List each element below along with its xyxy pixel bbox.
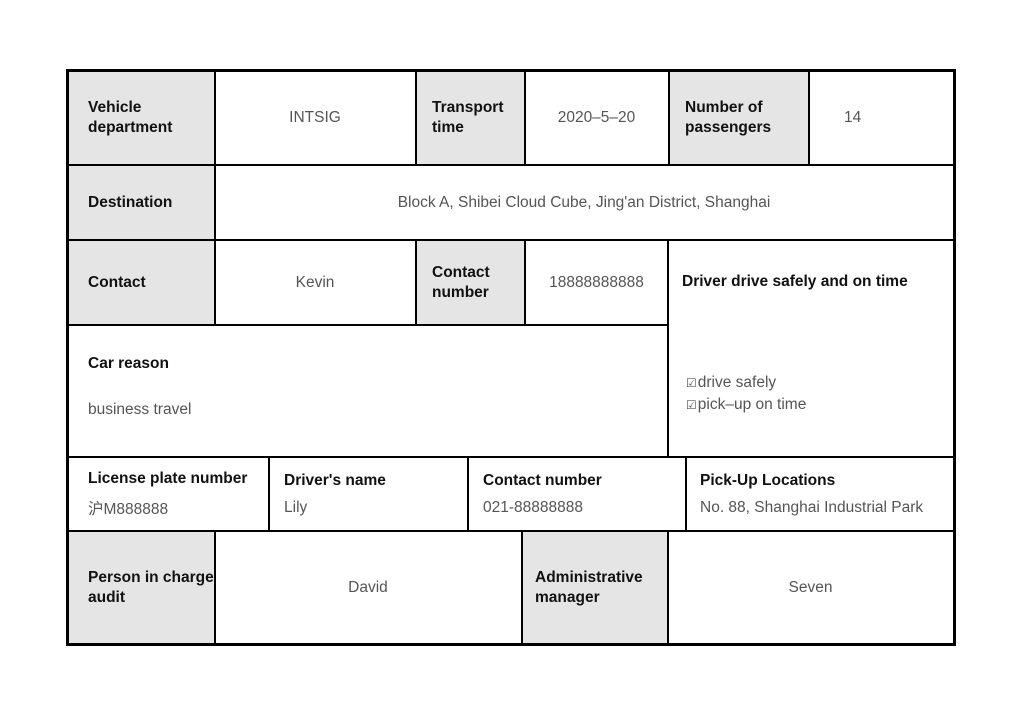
admin-manager-label: Administrative manager — [522, 532, 667, 643]
car-reason-section: Car reason business travel — [69, 325, 666, 456]
driver-requirements-list: ☑drive safely ☑pick–up on time — [686, 372, 806, 416]
driver-requirements-section: Driver drive safely and on time ☑drive s… — [668, 239, 953, 456]
admin-manager-value: Seven — [788, 578, 833, 596]
contact-value: Kevin — [295, 273, 335, 291]
column-divider — [524, 241, 526, 324]
transport-time-value: 2020–5–20 — [557, 109, 636, 126]
column-divider — [685, 458, 687, 530]
checkbox-checked-icon[interactable]: ☑ — [686, 398, 697, 412]
column-divider — [521, 532, 523, 643]
column-divider — [268, 458, 270, 530]
column-divider — [214, 241, 216, 324]
vehicle-request-form: Vehicle department INTSIG Transport time… — [66, 69, 956, 646]
column-divider — [467, 458, 469, 530]
checkbox-checked-icon[interactable]: ☑ — [686, 376, 697, 390]
column-divider — [668, 72, 670, 164]
column-divider — [667, 532, 669, 643]
driver-requirements-title: Driver drive safely and on time — [682, 273, 908, 290]
column-divider — [214, 532, 216, 643]
transport-time-label: Transport time — [416, 72, 524, 164]
row-divider — [69, 324, 667, 326]
driver-name-value: Lily — [284, 498, 308, 516]
driver-contact-cell: Contact number 021-88888888 — [468, 458, 685, 530]
license-plate-label: License plate number — [88, 469, 248, 487]
license-plate-cell: License plate number 沪M888888 — [69, 458, 268, 530]
car-reason-label: Car reason — [88, 355, 169, 372]
audit-person-label: Person in charge audit — [69, 532, 214, 643]
row-divider — [69, 164, 953, 166]
column-divider — [214, 166, 216, 239]
passengers-label: Number of passengers — [669, 72, 808, 164]
vehicle-department-value: INTSIG — [289, 109, 341, 126]
contact-number-label: Contact number — [416, 241, 524, 324]
row-divider — [69, 456, 953, 458]
row-divider — [69, 239, 953, 241]
pickup-location-label: Pick-Up Locations — [700, 471, 836, 489]
license-plate-value: 沪M888888 — [88, 500, 169, 518]
requirement-item[interactable]: ☑pick–up on time — [686, 394, 806, 416]
driver-name-cell: Driver's name Lily — [269, 458, 467, 530]
contact-label: Contact — [69, 241, 214, 324]
contact-number-value: 18888888888 — [549, 273, 644, 291]
column-divider — [214, 72, 216, 164]
requirement-label: pick–up on time — [697, 396, 807, 413]
column-divider — [524, 72, 526, 164]
audit-person-value: David — [348, 578, 388, 596]
driver-contact-label: Contact number — [483, 471, 602, 489]
destination-label: Destination — [69, 166, 214, 239]
car-reason-value: business travel — [88, 401, 192, 418]
driver-name-label: Driver's name — [284, 471, 386, 489]
column-divider — [667, 241, 669, 456]
pickup-location-value: No. 88, Shanghai Industrial Park — [700, 498, 924, 516]
destination-value: Block A, Shibei Cloud Cube, Jing'an Dist… — [397, 193, 771, 211]
requirement-label: drive safely — [697, 374, 777, 391]
pickup-location-cell: Pick-Up Locations No. 88, Shanghai Indus… — [686, 458, 953, 530]
passengers-value: 14 — [844, 109, 862, 126]
driver-contact-value: 021-88888888 — [483, 498, 583, 516]
row-divider — [69, 530, 953, 532]
vehicle-department-label: Vehicle department — [69, 72, 214, 164]
column-divider — [415, 72, 417, 164]
requirement-item[interactable]: ☑drive safely — [686, 372, 806, 394]
column-divider — [415, 241, 417, 324]
column-divider — [808, 72, 810, 164]
